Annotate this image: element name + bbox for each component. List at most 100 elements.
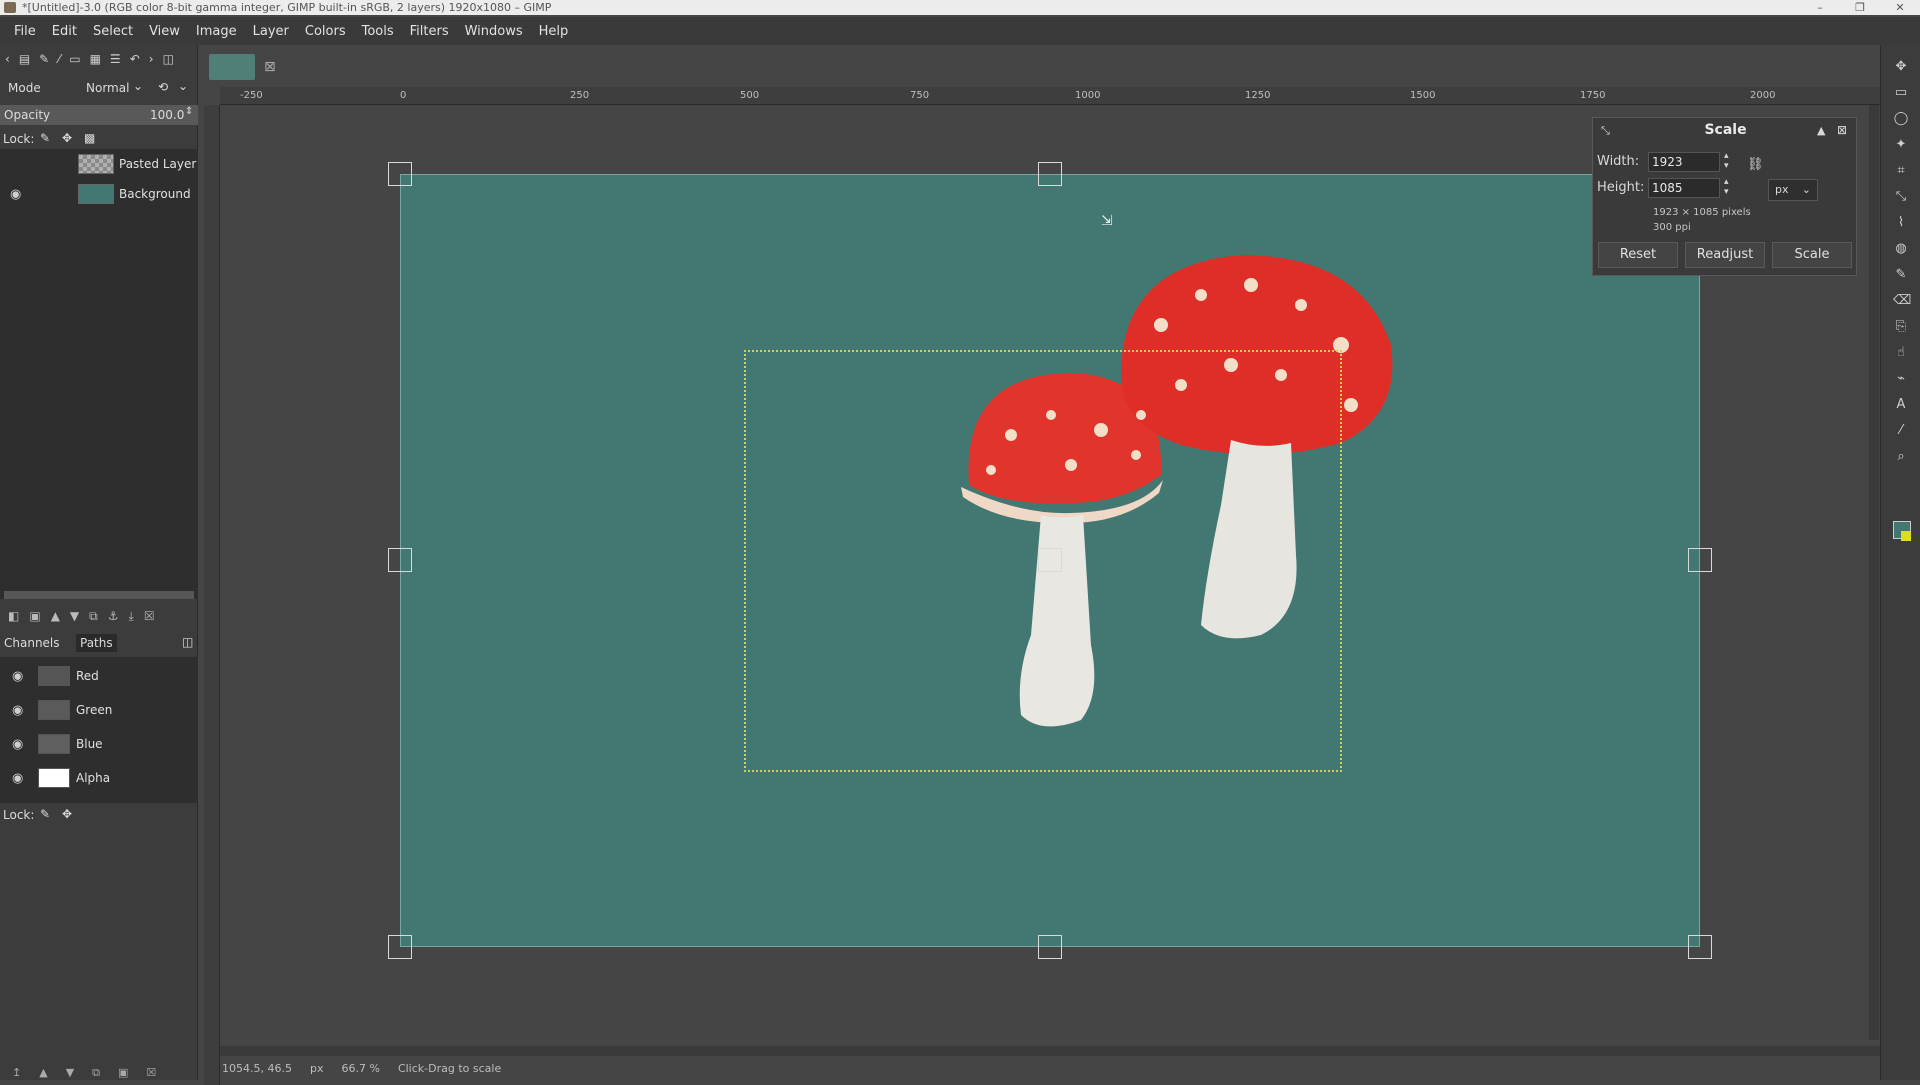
lower-channel-icon[interactable]: ▼ bbox=[66, 1066, 74, 1080]
lock-pixels-icon[interactable]: ✎ bbox=[40, 807, 50, 821]
width-input[interactable]: 1923 bbox=[1648, 152, 1720, 172]
maximize-button[interactable]: ❐ bbox=[1840, 0, 1880, 15]
menu-layer[interactable]: Layer bbox=[245, 24, 297, 39]
new-layer-icon[interactable]: ▣ bbox=[29, 609, 40, 623]
fuzzy-select-tool-icon[interactable]: ✦ bbox=[1893, 137, 1909, 153]
anchor-layer-icon[interactable]: ⚓ bbox=[108, 609, 119, 623]
channel-to-selection-icon[interactable]: ↥ bbox=[12, 1066, 21, 1080]
close-button[interactable]: ✕ bbox=[1880, 0, 1920, 15]
opacity-slider[interactable]: Opacity 100.0 ⇕ bbox=[0, 105, 198, 125]
eraser-tool-icon[interactable]: ⌫ bbox=[1893, 293, 1911, 309]
transform-handle-bottom-right[interactable] bbox=[1688, 935, 1712, 959]
height-spin-icon[interactable]: ▴ ▾ bbox=[1724, 177, 1729, 197]
text-tool-icon[interactable]: A bbox=[1893, 397, 1909, 413]
zoom-select[interactable]: 66.7 % bbox=[341, 1062, 379, 1075]
eye-icon[interactable] bbox=[12, 669, 23, 684]
undo-history-icon[interactable]: ↶ bbox=[130, 52, 140, 66]
menu-file[interactable]: File bbox=[6, 24, 44, 39]
device-status-icon[interactable]: ▭ bbox=[69, 52, 80, 66]
pin-icon[interactable]: ▲ bbox=[1817, 124, 1825, 137]
lower-layer-icon[interactable]: ▼ bbox=[70, 609, 79, 623]
lock-pixels-icon[interactable]: ✎ bbox=[40, 131, 50, 145]
menu-edit[interactable]: Edit bbox=[44, 24, 85, 39]
horizontal-scrollbar[interactable] bbox=[220, 1046, 1880, 1056]
opacity-value[interactable]: 100.0 bbox=[150, 108, 184, 122]
configure-tab-icon[interactable]: ◫ bbox=[163, 52, 174, 66]
layers-icon[interactable]: ☰ bbox=[110, 52, 121, 66]
reset-button[interactable]: Reset bbox=[1598, 242, 1678, 268]
chevron-right-icon[interactable]: › bbox=[149, 52, 154, 66]
transform-handle-bottom[interactable] bbox=[1038, 935, 1062, 959]
lasso-tool-icon[interactable]: ◯ bbox=[1893, 111, 1909, 127]
chain-link-icon[interactable]: ⛓ bbox=[1747, 158, 1764, 171]
warp-tool-icon[interactable]: ⌇ bbox=[1893, 215, 1909, 231]
tab-channels[interactable]: Channels bbox=[4, 636, 60, 650]
transform-handle-top[interactable] bbox=[1038, 162, 1062, 186]
menu-help[interactable]: Help bbox=[531, 24, 577, 39]
channel-row-red[interactable]: Red bbox=[0, 659, 198, 693]
clone-tool-icon[interactable]: ⎘ bbox=[1893, 319, 1909, 335]
color-picker-tool-icon[interactable]: ⁄ bbox=[1893, 423, 1909, 439]
menu-colors[interactable]: Colors bbox=[297, 24, 354, 39]
unit-dropdown[interactable]: px ⌄ bbox=[1768, 179, 1818, 201]
tool-options-icon[interactable]: ▤ bbox=[19, 52, 30, 66]
channel-row-alpha[interactable]: Alpha bbox=[0, 761, 198, 795]
transform-handle-left[interactable] bbox=[388, 548, 412, 572]
scale-tool-icon[interactable]: ⤡ bbox=[1893, 189, 1909, 205]
images-icon[interactable]: ▦ bbox=[90, 52, 101, 66]
spin-arrows-icon[interactable]: ⇕ bbox=[185, 106, 193, 117]
unit-select[interactable]: px bbox=[310, 1062, 324, 1075]
channel-row-green[interactable]: Green bbox=[0, 693, 198, 727]
pencil-icon[interactable]: ✎ bbox=[39, 52, 49, 66]
lock-position-icon[interactable]: ✥ bbox=[62, 807, 72, 821]
eye-icon[interactable] bbox=[10, 187, 21, 202]
layers-scrollbar[interactable] bbox=[4, 591, 194, 599]
chevron-down-icon[interactable]: ⌄ bbox=[178, 79, 188, 93]
chevron-down-icon[interactable]: ⌄ bbox=[133, 79, 143, 93]
delete-channel-icon[interactable]: ☒ bbox=[146, 1066, 156, 1080]
height-input[interactable]: 1085 bbox=[1648, 178, 1720, 198]
new-channel-icon[interactable]: ▣ bbox=[118, 1066, 128, 1080]
configure-tab-icon[interactable]: ◫ bbox=[182, 635, 193, 649]
raise-layer-icon[interactable]: ▲ bbox=[51, 609, 60, 623]
background-color-swatch[interactable] bbox=[1901, 531, 1911, 541]
chevron-left-icon[interactable]: ‹ bbox=[5, 52, 10, 66]
transform-handle-right[interactable] bbox=[1688, 548, 1712, 572]
scale-button[interactable]: Scale bbox=[1772, 242, 1852, 268]
transform-handle-bottom-left[interactable] bbox=[388, 935, 412, 959]
channel-row-blue[interactable]: Blue bbox=[0, 727, 198, 761]
new-layer-group-icon[interactable]: ◧ bbox=[8, 609, 19, 623]
bucket-tool-icon[interactable]: ◍ bbox=[1893, 241, 1909, 257]
duplicate-layer-icon[interactable]: ⧉ bbox=[89, 609, 98, 624]
mode-switch-icon[interactable]: ⟲ bbox=[158, 80, 168, 94]
lock-position-icon[interactable]: ✥ bbox=[62, 131, 72, 145]
brush-tool-icon[interactable]: ✎ bbox=[1893, 267, 1909, 283]
move-tool-icon[interactable]: ✥ bbox=[1893, 59, 1909, 75]
path-tool-icon[interactable]: ⌁ bbox=[1893, 371, 1909, 387]
duplicate-channel-icon[interactable]: ⧉ bbox=[92, 1066, 100, 1080]
eye-icon[interactable] bbox=[12, 771, 23, 786]
menu-tools[interactable]: Tools bbox=[354, 24, 402, 39]
smudge-tool-icon[interactable]: ☝ bbox=[1893, 345, 1909, 361]
menu-filters[interactable]: Filters bbox=[402, 24, 457, 39]
brush-icon[interactable]: ⁄ bbox=[58, 52, 60, 66]
crop-tool-icon[interactable]: ⌗ bbox=[1893, 163, 1909, 179]
mode-select[interactable]: Normal bbox=[86, 81, 129, 95]
layer-row-background[interactable]: Background bbox=[0, 179, 198, 209]
rect-select-tool-icon[interactable]: ▭ bbox=[1893, 85, 1909, 101]
tab-paths[interactable]: Paths bbox=[76, 634, 117, 652]
vertical-scrollbar[interactable] bbox=[1869, 105, 1879, 1040]
minimize-button[interactable]: – bbox=[1800, 0, 1840, 15]
menu-image[interactable]: Image bbox=[188, 24, 245, 39]
width-spin-icon[interactable]: ▴ ▾ bbox=[1724, 151, 1729, 171]
delete-layer-icon[interactable]: ☒ bbox=[144, 609, 155, 623]
zoom-tool-icon[interactable]: ⌕ bbox=[1893, 449, 1909, 465]
merge-layer-icon[interactable]: ⤓ bbox=[129, 609, 134, 624]
menu-view[interactable]: View bbox=[141, 24, 188, 39]
eye-icon[interactable] bbox=[12, 703, 23, 718]
menu-select[interactable]: Select bbox=[85, 24, 141, 39]
menu-windows[interactable]: Windows bbox=[457, 24, 531, 39]
image-tab[interactable] bbox=[209, 54, 255, 80]
raise-channel-icon[interactable]: ▲ bbox=[39, 1066, 47, 1080]
eye-icon[interactable] bbox=[12, 737, 23, 752]
